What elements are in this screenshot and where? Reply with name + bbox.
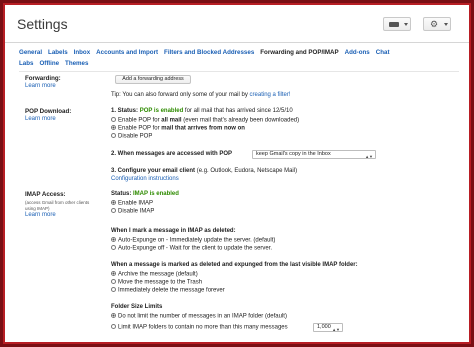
tab-themes[interactable]: Themes [65, 60, 88, 67]
radio[interactable] [111, 133, 116, 138]
option-text: Auto-Expunge on - Immediately update the… [118, 237, 276, 244]
option-text: Enable POP for [118, 125, 162, 132]
chevron-down-icon [444, 23, 448, 26]
select-arrow-icon: ▲▼ [332, 327, 340, 332]
chevron-down-icon [404, 23, 408, 26]
settings-window: Settings ⚙ General Labels Inbox Accounts… [3, 3, 471, 344]
radio-selected[interactable] [111, 125, 116, 130]
radio[interactable] [111, 245, 116, 250]
pop-option-from-now[interactable]: Enable POP for mail that arrives from no… [111, 125, 245, 132]
radio-selected[interactable] [111, 200, 116, 205]
radio[interactable] [111, 324, 116, 329]
auto-expunge-off-option[interactable]: Auto-Expunge off - Wait for the client t… [111, 245, 272, 252]
option-text: Limit IMAP folders to contain no more th… [118, 324, 288, 331]
tab-offline[interactable]: Offline [39, 60, 59, 67]
tab-general[interactable]: General [19, 49, 42, 56]
select-arrow-icon: ▲▼ [365, 154, 373, 159]
pop-status-suffix: for all mail that has arrived since 12/5… [183, 108, 293, 114]
imap-desc-line-1: (access Gmail from other clients [25, 200, 90, 205]
imap-enable-option[interactable]: Enable IMAP [111, 200, 153, 207]
option-bold-text: mail that arrives from now on [161, 125, 245, 132]
keyboard-icon [389, 22, 399, 27]
imap-desc-line-2: using IMAP) [25, 205, 50, 211]
option-text: Move the message to the Trash [118, 279, 203, 286]
imap-label: IMAP Access: [25, 191, 66, 198]
auto-expunge-on-option[interactable]: Auto-Expunge on - Immediately update the… [111, 237, 275, 244]
option-text: Archive the message (default) [118, 271, 198, 278]
archive-option[interactable]: Archive the message (default) [111, 271, 198, 278]
imap-description: (access Gmail from other clients using IM… [25, 200, 89, 211]
delete-forever-option[interactable]: Immediately delete the message forever [111, 287, 225, 294]
option-text: Enable POP for [118, 117, 162, 124]
trash-option[interactable]: Move the message to the Trash [111, 279, 202, 286]
page-title: Settings [17, 16, 68, 32]
option-text: Disable IMAP [118, 208, 155, 215]
pop-status-label: 1. Status: [111, 108, 140, 114]
imap-status-value: IMAP is enabled [133, 191, 179, 197]
pop-option-all-mail[interactable]: Enable POP for all mail (even mail that'… [111, 117, 299, 124]
option-text-suffix: (even mail that's already been downloade… [181, 117, 300, 124]
radio-selected[interactable] [111, 271, 116, 276]
radio-selected[interactable] [111, 313, 116, 318]
option-text: Do not limit the number of messages in a… [118, 313, 287, 320]
imap-disable-option[interactable]: Disable IMAP [111, 208, 154, 215]
forwarding-learn-more-link[interactable]: Learn more [25, 83, 56, 89]
pop-status: 1. Status: POP is enabled for all mail t… [111, 108, 293, 114]
option-text: Immediately delete the message forever [118, 287, 225, 294]
forwarding-tip: Tip: You can also forward only some of y… [111, 92, 291, 98]
pop-learn-more-link[interactable]: Learn more [25, 116, 56, 122]
pop-option-disable[interactable]: Disable POP [111, 133, 152, 140]
tab-forwarding-pop-imap[interactable]: Forwarding and POP/IMAP [260, 49, 338, 56]
radio[interactable] [111, 117, 116, 122]
input-tools-button[interactable] [383, 17, 411, 31]
radio[interactable] [111, 208, 116, 213]
divider [19, 71, 459, 72]
limit-count-select[interactable]: 1,000 ▲▼ [313, 323, 343, 332]
pop-action-select[interactable]: keep Gmail's copy in the Inbox ▲▼ [252, 150, 376, 159]
step-3-label: 3. Configure your email client [111, 168, 196, 174]
create-filter-link[interactable]: creating a filter! [250, 92, 291, 98]
settings-tabs: General Labels Inbox Accounts and Import… [19, 47, 459, 69]
gear-icon: ⚙ [430, 19, 439, 29]
select-value: keep Gmail's copy in the Inbox [256, 151, 331, 157]
pop-label: POP Download: [25, 108, 72, 115]
pop-step-3: 3. Configure your email client (e.g. Out… [111, 168, 297, 174]
option-text: Enable IMAP [118, 200, 154, 207]
no-limit-option[interactable]: Do not limit the number of messages in a… [111, 313, 287, 320]
folder-size-heading: Folder Size Limits [111, 304, 163, 310]
tab-chat[interactable]: Chat [376, 49, 390, 56]
expunged-heading: When a message is marked as deleted and … [111, 262, 358, 268]
pop-status-value: POP is enabled [139, 108, 184, 114]
tab-labs[interactable]: Labs [19, 60, 33, 67]
option-text: Disable POP [118, 133, 153, 140]
imap-status-label: Status: [111, 191, 134, 197]
tip-text: Tip: You can also forward only some of y… [111, 92, 250, 98]
forwarding-label: Forwarding: [25, 75, 61, 82]
settings-gear-button[interactable]: ⚙ [423, 17, 451, 31]
radio[interactable] [111, 279, 116, 284]
configuration-instructions-link[interactable]: Configuration instructions [111, 176, 179, 182]
pop-step-2: 2. When messages are accessed with POP [111, 151, 233, 157]
option-bold-text: all mail [161, 117, 182, 124]
radio-selected[interactable] [111, 237, 116, 242]
tab-inbox[interactable]: Inbox [74, 49, 91, 56]
header: Settings ⚙ [5, 5, 469, 43]
add-forwarding-address-button[interactable]: Add a forwarding address [115, 75, 191, 84]
imap-status: Status: IMAP is enabled [111, 191, 179, 197]
tab-labels[interactable]: Labels [48, 49, 68, 56]
radio[interactable] [111, 287, 116, 292]
step-3-suffix: (e.g. Outlook, Eudora, Netscape Mail) [195, 168, 298, 174]
tab-add-ons[interactable]: Add-ons [345, 49, 370, 56]
limit-option[interactable]: Limit IMAP folders to contain no more th… [111, 324, 288, 331]
deleted-heading: When I mark a message in IMAP as deleted… [111, 228, 236, 234]
tab-accounts-import[interactable]: Accounts and Import [96, 49, 158, 56]
select-value: 1,000 [317, 324, 331, 330]
imap-learn-more-link[interactable]: Learn more [25, 212, 56, 218]
option-text: Auto-Expunge off - Wait for the client t… [118, 245, 273, 252]
tab-filters[interactable]: Filters and Blocked Addresses [164, 49, 254, 56]
